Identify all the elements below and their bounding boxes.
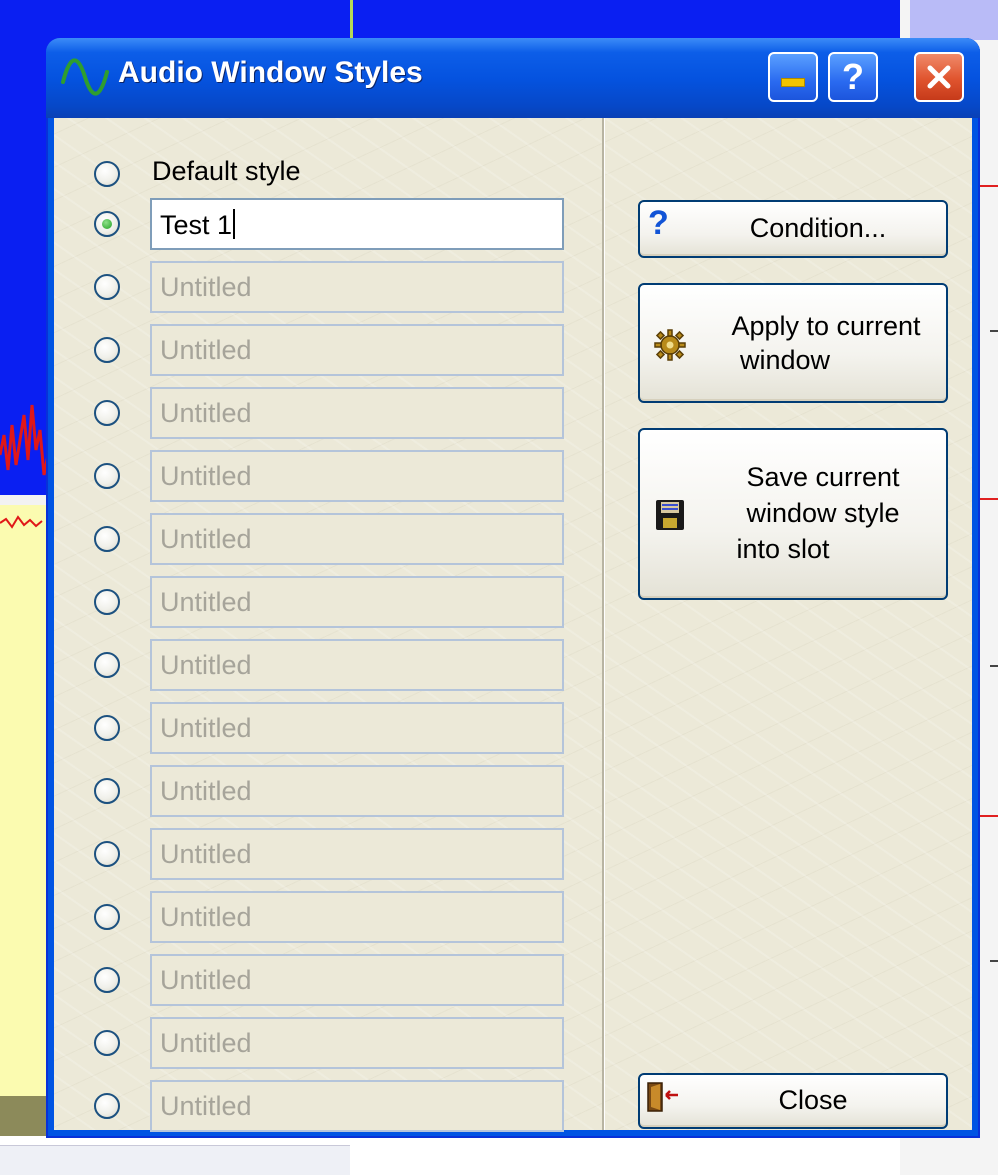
apply-button-label-line2: window — [739, 345, 831, 375]
title-bar[interactable]: Audio Window Styles ? — [46, 38, 980, 118]
slot-radio[interactable] — [94, 463, 120, 489]
slot-radio[interactable] — [94, 337, 120, 363]
slot-radio[interactable] — [94, 841, 120, 867]
save-window-style-button[interactable]: Save current window style into slot — [638, 428, 948, 600]
floppy-disk-icon — [656, 500, 684, 530]
slot-name-field[interactable]: Untitled — [150, 828, 564, 880]
status-bar — [0, 1145, 350, 1175]
slot-radio[interactable] — [94, 526, 120, 552]
slot-radio[interactable] — [94, 715, 120, 741]
minimize-icon — [781, 77, 805, 87]
dialog-body: Default style Test 1 Untitled Untitled U… — [54, 118, 972, 1132]
audio-window-styles-dialog: Audio Window Styles ? Default style Test… — [46, 38, 980, 1138]
window-title: Audio Window Styles — [118, 56, 423, 89]
slot-name-field[interactable]: Untitled — [150, 261, 564, 313]
apply-to-current-window-button[interactable]: Apply to current window — [638, 283, 948, 403]
slot-name-field[interactable]: Untitled — [150, 954, 564, 1006]
slot-row[interactable]: Untitled — [54, 1080, 594, 1136]
close-window-button[interactable] — [914, 52, 964, 102]
condition-button[interactable]: ? Condition... — [638, 200, 948, 258]
close-icon — [927, 65, 951, 89]
default-style-label: Default style — [152, 156, 301, 186]
slot-row[interactable]: Untitled — [54, 702, 594, 758]
apply-button-label-line1: Apply to current — [731, 311, 921, 341]
slot-row[interactable]: Untitled — [54, 450, 594, 506]
slot-radio[interactable] — [94, 1030, 120, 1056]
save-button-label-line2: window style — [746, 498, 900, 528]
help-button[interactable]: ? — [828, 52, 878, 102]
sine-wave-icon — [61, 58, 109, 96]
slot-name-field[interactable]: Untitled — [150, 450, 564, 502]
slot-radio[interactable] — [94, 1093, 120, 1119]
close-button[interactable]: Close — [638, 1073, 948, 1129]
playback-cursor — [350, 0, 353, 40]
gear-icon — [654, 329, 686, 361]
slot-name-field[interactable]: Untitled — [150, 387, 564, 439]
slot-name-field[interactable]: Test 1 — [150, 198, 564, 250]
slot-row[interactable]: Untitled — [54, 1017, 594, 1073]
slot-name-field[interactable]: Untitled — [150, 702, 564, 754]
slot-name-field[interactable]: Untitled — [150, 576, 564, 628]
slot-row[interactable]: Untitled — [54, 891, 594, 947]
slot-row[interactable]: Untitled — [54, 954, 594, 1010]
slot-radio[interactable] — [94, 274, 120, 300]
slot-name-field[interactable]: Untitled — [150, 765, 564, 817]
slot-row-default[interactable]: Default style — [54, 148, 594, 204]
slot-radio[interactable] — [94, 589, 120, 615]
text-caret — [233, 209, 236, 239]
slot-row[interactable]: Untitled — [54, 765, 594, 821]
slot-radio[interactable] — [94, 778, 120, 804]
close-button-label: Close — [778, 1085, 848, 1115]
question-mark-icon: ? — [648, 204, 669, 242]
plot-right-header — [910, 0, 998, 40]
slot-name-field[interactable]: Untitled — [150, 324, 564, 376]
plot-tick — [990, 665, 998, 667]
slot-row[interactable]: Untitled — [54, 324, 594, 380]
slot-name-field[interactable]: Untitled — [150, 1080, 564, 1132]
minimize-button[interactable] — [768, 52, 818, 102]
slot-name-field[interactable]: Untitled — [150, 891, 564, 943]
slot-radio[interactable] — [94, 211, 120, 237]
slot-radio[interactable] — [94, 967, 120, 993]
slot-name-field[interactable]: Untitled — [150, 513, 564, 565]
panel-divider — [602, 118, 605, 1130]
plot-tick — [990, 960, 998, 962]
slot-row[interactable]: Untitled — [54, 513, 594, 569]
slot-name-value: Test 1 — [160, 210, 233, 240]
slot-row[interactable]: Untitled — [54, 261, 594, 317]
plot-tick — [990, 330, 998, 332]
slot-name-field[interactable]: Untitled — [150, 639, 564, 691]
slot-row[interactable]: Test 1 — [54, 198, 594, 254]
radio-default-style[interactable] — [94, 161, 120, 187]
slot-name-field[interactable]: Untitled — [150, 1017, 564, 1069]
slot-radio[interactable] — [94, 652, 120, 678]
exit-door-icon — [647, 1082, 678, 1112]
slot-row[interactable]: Untitled — [54, 828, 594, 884]
slot-row[interactable]: Untitled — [54, 576, 594, 632]
condition-button-label: Condition... — [749, 213, 887, 243]
slot-row[interactable]: Untitled — [54, 639, 594, 695]
slot-radio[interactable] — [94, 904, 120, 930]
slot-radio[interactable] — [94, 400, 120, 426]
save-button-label-line1: Save current — [746, 462, 900, 492]
save-button-label-line3: into slot — [736, 534, 830, 564]
slot-row[interactable]: Untitled — [54, 387, 594, 443]
